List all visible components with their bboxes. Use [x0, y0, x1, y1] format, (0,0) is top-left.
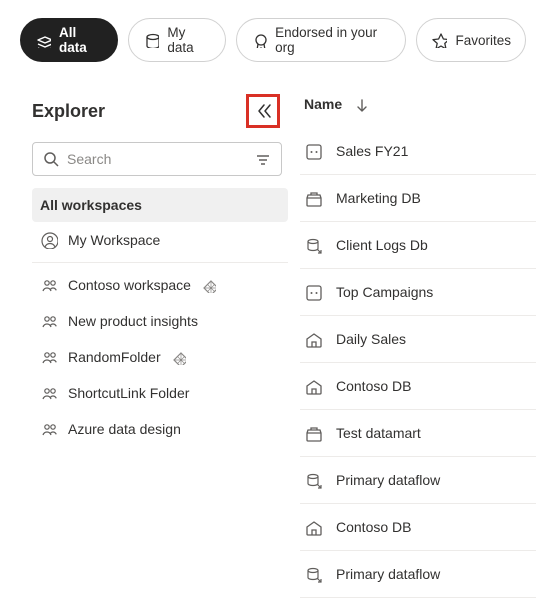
item-row[interactable]: Test datamart: [300, 410, 536, 457]
workspace-item-npi[interactable]: New product insights: [32, 303, 288, 339]
dataflow-icon: [304, 471, 322, 489]
chevrons-left-icon: [253, 101, 273, 121]
house-icon: [304, 330, 322, 348]
workspace-item-myws[interactable]: My Workspace: [32, 222, 288, 258]
person-icon: [40, 231, 58, 249]
sort-arrow-down-icon: [352, 96, 368, 112]
workspace-label: Azure data design: [68, 421, 181, 437]
search-input[interactable]: [32, 142, 282, 176]
item-row[interactable]: Contoso DB: [300, 363, 536, 410]
item-label: Daily Sales: [336, 331, 406, 347]
group-icon: [40, 312, 58, 330]
divider: [32, 262, 288, 263]
group-icon: [40, 348, 58, 366]
item-label: Contoso DB: [336, 378, 411, 394]
workspace-label: Contoso workspace: [68, 277, 191, 293]
pill-label: All data: [59, 25, 103, 55]
item-label: Sales FY21: [336, 143, 408, 159]
column-header-name[interactable]: Name: [300, 72, 536, 128]
group-icon: [40, 420, 58, 438]
item-row[interactable]: Sales FY21: [300, 128, 536, 175]
content-panel: Name Sales FY21 Marketing DB Client Logs…: [300, 72, 546, 576]
pill-label: My data: [167, 25, 211, 55]
workspace-item-short[interactable]: ShortcutLink Folder: [32, 375, 288, 411]
item-row[interactable]: Contoso DB: [300, 504, 536, 551]
workspace-item-all[interactable]: All workspaces: [32, 188, 288, 222]
item-label: Marketing DB: [336, 190, 421, 206]
workspace-item-rand[interactable]: RandomFolder: [32, 339, 288, 375]
house-icon: [304, 377, 322, 395]
explorer-title: Explorer: [32, 101, 105, 122]
filter-pill-fav[interactable]: Favorites: [416, 18, 526, 62]
item-label: Primary dataflow: [336, 566, 440, 582]
item-row[interactable]: Daily Sales: [300, 316, 536, 363]
diamond-icon: [201, 278, 216, 293]
item-label: Contoso DB: [336, 519, 411, 535]
stack-icon: [35, 32, 51, 48]
pill-label: Endorsed in your org: [275, 25, 391, 55]
workspace-label: ShortcutLink Folder: [68, 385, 189, 401]
item-label: Client Logs Db: [336, 237, 428, 253]
group-icon: [40, 384, 58, 402]
house-icon: [304, 518, 322, 536]
search-icon: [42, 150, 60, 168]
star-icon: [431, 32, 447, 48]
datamart-icon: [304, 424, 322, 442]
item-row[interactable]: Marketing DB: [300, 175, 536, 222]
filter-pills-row: All data My data Endorsed in your org Fa…: [0, 0, 546, 72]
item-list: Sales FY21 Marketing DB Client Logs Db T…: [300, 128, 536, 598]
explorer-panel: Explorer All workspaces My Workspace Conto…: [0, 72, 300, 576]
filter-pill-all[interactable]: All data: [20, 18, 118, 62]
workspace-item-azure[interactable]: Azure data design: [32, 411, 288, 447]
item-row[interactable]: Top Campaigns: [300, 269, 536, 316]
item-row[interactable]: Client Logs Db: [300, 222, 536, 269]
badge-icon: [251, 32, 267, 48]
item-label: Top Campaigns: [336, 284, 433, 300]
dataflow-icon: [304, 236, 322, 254]
item-row[interactable]: Primary dataflow: [300, 457, 536, 504]
workspace-label: RandomFolder: [68, 349, 161, 365]
dataset-icon: [304, 142, 322, 160]
group-icon: [40, 276, 58, 294]
name-header-label: Name: [304, 96, 342, 112]
workspace-list: All workspaces My Workspace Contoso worksp…: [32, 188, 288, 447]
filter-pill-mine[interactable]: My data: [128, 18, 226, 62]
workspace-item-contoso[interactable]: Contoso workspace: [32, 267, 288, 303]
item-label: Primary dataflow: [336, 472, 440, 488]
dataset-icon: [304, 283, 322, 301]
filter-pill-endorsed[interactable]: Endorsed in your org: [236, 18, 406, 62]
filter-icon[interactable]: [254, 151, 272, 169]
collapse-explorer-button[interactable]: [246, 94, 280, 128]
pill-label: Favorites: [455, 33, 511, 48]
item-row[interactable]: Primary dataflow: [300, 551, 536, 598]
diamond-icon: [171, 350, 186, 365]
workspace-label: New product insights: [68, 313, 198, 329]
item-label: Test datamart: [336, 425, 421, 441]
workspace-label: My Workspace: [68, 232, 160, 248]
cylinder-icon: [143, 32, 159, 48]
dataflow-icon: [304, 565, 322, 583]
workspace-label: All workspaces: [40, 197, 142, 213]
datamart-icon: [304, 189, 322, 207]
